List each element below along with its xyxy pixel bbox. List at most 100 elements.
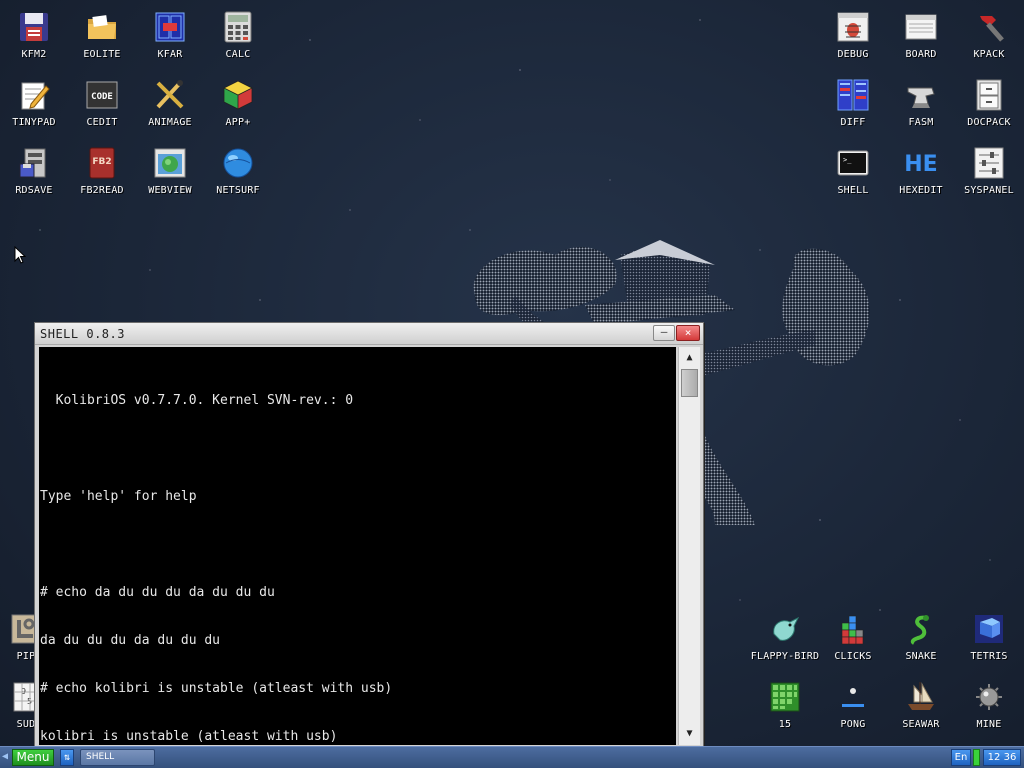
icon-label: RDSAVE bbox=[15, 185, 53, 196]
icon-label: ANIMAGE bbox=[148, 117, 192, 128]
icon-label: FASM bbox=[908, 117, 934, 128]
icon-label: SNAKE bbox=[905, 651, 937, 662]
desktop-icon-shell[interactable]: >_ SHELL bbox=[819, 140, 887, 208]
desktop-icon-tetris[interactable]: TETRIS bbox=[955, 606, 1023, 674]
calculator-icon bbox=[224, 11, 252, 43]
icon-label: HEXEDIT bbox=[899, 185, 943, 196]
desktop-icon-kfm2[interactable]: KFM2 bbox=[0, 4, 68, 72]
mouse-pointer-icon bbox=[14, 246, 26, 264]
desktop-icon-kpack[interactable]: KPACK bbox=[955, 4, 1023, 72]
desktop-icon-tinypad[interactable]: TINYPAD bbox=[0, 72, 68, 140]
clock[interactable]: 12 36 bbox=[983, 749, 1021, 766]
desktop-icon-seawar[interactable]: SEAWAR bbox=[887, 674, 955, 742]
icon-label: KFM2 bbox=[21, 49, 47, 60]
icon-label: SHELL bbox=[837, 185, 869, 196]
desktop-icon-calc[interactable]: CALC bbox=[204, 4, 272, 72]
desktop-icon-fb2read[interactable]: FB2 FB2READ bbox=[68, 140, 136, 208]
menu-button[interactable]: Menu bbox=[12, 749, 54, 766]
sliders-icon bbox=[974, 147, 1004, 179]
window-titlebar[interactable]: SHELL 0.8.3 bbox=[35, 323, 703, 345]
pong-icon bbox=[842, 688, 864, 707]
anvil-icon bbox=[907, 87, 935, 108]
desktop-icon-clicks[interactable]: CLICKS bbox=[819, 606, 887, 674]
icon-label: FLAPPY-BIRD bbox=[750, 651, 820, 662]
desktop-icon-webview[interactable]: WEBVIEW bbox=[136, 140, 204, 208]
desktop-icon-fasm[interactable]: FASM bbox=[887, 72, 955, 140]
desktop-icon-board[interactable]: BOARD bbox=[887, 4, 955, 72]
svg-text:FB2: FB2 bbox=[92, 157, 111, 167]
vertical-scrollbar[interactable]: ▲ ▼ bbox=[678, 347, 700, 745]
icon-label: KFAR bbox=[157, 49, 183, 60]
icon-label: KPACK bbox=[973, 49, 1005, 60]
desktop-icon-syspanel[interactable]: SYSPANEL bbox=[955, 140, 1023, 208]
desktop-icon-cedit[interactable]: CODE CEDIT bbox=[68, 72, 136, 140]
desktop-icon-docpack[interactable]: DOCPACK bbox=[955, 72, 1023, 140]
taskbar-item-shell[interactable]: SHELL bbox=[80, 749, 155, 766]
icon-label: WEBVIEW bbox=[148, 185, 192, 196]
minimize-button[interactable]: – bbox=[653, 325, 675, 341]
icon-label: BOARD bbox=[905, 49, 937, 60]
diff-icon bbox=[837, 79, 869, 111]
icon-label: TETRIS bbox=[970, 651, 1008, 662]
code-editor-icon: CODE bbox=[86, 81, 118, 109]
icon-label: SEAWAR bbox=[902, 719, 940, 730]
desktop-icon-hexedit[interactable]: HE HEXEDIT bbox=[887, 140, 955, 208]
icon-label: SYSPANEL bbox=[964, 185, 1014, 196]
icon-label: CEDIT bbox=[86, 117, 118, 128]
switch-windows-button[interactable]: ⇅ bbox=[60, 749, 74, 766]
scrollbar-thumb[interactable] bbox=[681, 369, 698, 397]
desktop-icon-eolite[interactable]: EOLITE bbox=[68, 4, 136, 72]
hex-icon: HE bbox=[904, 152, 937, 177]
terminal-icon: >_ bbox=[837, 150, 869, 176]
bug-icon bbox=[837, 12, 869, 42]
browser-icon bbox=[154, 148, 186, 178]
desktop-icon-netsurf[interactable]: NETSURF bbox=[204, 140, 272, 208]
desktop-icon-kfar[interactable]: KFAR bbox=[136, 4, 204, 72]
desktop-icon-snake[interactable]: SNAKE bbox=[887, 606, 955, 674]
icon-label: EOLITE bbox=[83, 49, 121, 60]
desktop-icon-diff[interactable]: DIFF bbox=[819, 72, 887, 140]
paint-icon bbox=[156, 80, 184, 109]
icon-label: SUD bbox=[16, 719, 36, 730]
taskbar-collapse-arrow-icon[interactable]: ◀ bbox=[2, 751, 8, 762]
shell-window[interactable]: SHELL 0.8.3 – × KolibriOS v0.7.7.0. Kern… bbox=[34, 322, 704, 748]
desktop-icon-app-plus[interactable]: APP+ bbox=[204, 72, 272, 140]
console-line: kolibri is unstable (atleast with usb) bbox=[40, 729, 338, 744]
icon-label: CLICKS bbox=[834, 651, 872, 662]
desktop-icon-rdsave[interactable]: RDSAVE bbox=[0, 140, 68, 208]
console-line: # echo kolibri is unstable (atleast with… bbox=[40, 681, 393, 696]
status-indicator bbox=[973, 749, 980, 766]
file-manager-icon bbox=[155, 12, 185, 42]
board-icon bbox=[905, 14, 937, 40]
tetris-icon bbox=[975, 615, 1003, 643]
icon-label: DOCPACK bbox=[967, 117, 1011, 128]
icon-label: FB2READ bbox=[80, 185, 124, 196]
terminal-output[interactable]: KolibriOS v0.7.7.0. Kernel SVN-rev.: 0 T… bbox=[39, 347, 676, 745]
console-line: # echo da du du du da du du du bbox=[40, 585, 275, 600]
scroll-down-arrow-icon[interactable]: ▼ bbox=[679, 725, 700, 743]
desktop-icon-mine[interactable]: MINE bbox=[955, 674, 1023, 742]
desktop-icon-animage[interactable]: ANIMAGE bbox=[136, 72, 204, 140]
keyboard-layout-indicator[interactable]: En bbox=[951, 749, 971, 766]
floppy-icon bbox=[20, 13, 48, 41]
console-line: Type 'help' for help bbox=[40, 489, 197, 504]
desktop-icon-15[interactable]: 15 bbox=[751, 674, 819, 742]
svg-text:CODE: CODE bbox=[91, 92, 113, 102]
svg-text:HE: HE bbox=[904, 152, 937, 177]
bird-icon bbox=[773, 616, 800, 641]
desktop-icon-debug[interactable]: DEBUG bbox=[819, 4, 887, 72]
icon-label: MINE bbox=[976, 719, 1002, 730]
desktop-icon-pong[interactable]: PONG bbox=[819, 674, 887, 742]
icon-label: 15 bbox=[778, 719, 792, 730]
console-line: da du du du da du du du bbox=[40, 633, 221, 648]
scroll-up-arrow-icon[interactable]: ▲ bbox=[679, 349, 700, 367]
desktop-icon-flappy-bird[interactable]: FLAPPY-BIRD bbox=[751, 606, 819, 674]
notepad-icon bbox=[21, 82, 50, 110]
cabinet-icon bbox=[976, 79, 1002, 111]
grid-puzzle-icon bbox=[770, 682, 800, 712]
close-button[interactable]: × bbox=[676, 325, 700, 341]
globe-icon bbox=[223, 148, 253, 178]
book-icon: FB2 bbox=[89, 147, 115, 179]
